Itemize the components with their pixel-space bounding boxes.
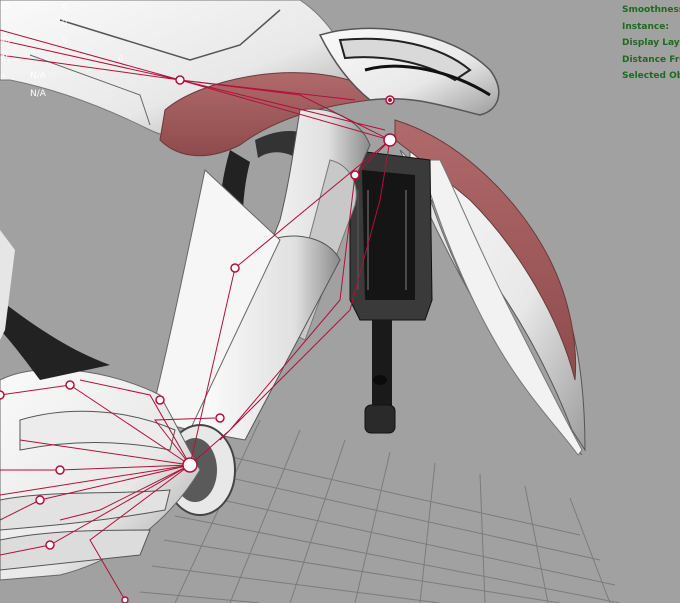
joint-shoulder (383, 133, 397, 147)
joint-finger-a (65, 380, 75, 390)
joint-thumb (155, 395, 165, 405)
pivot-point (388, 98, 392, 102)
hud-distance-from: Distance Fro (622, 54, 680, 65)
joint-finger-d (45, 540, 55, 550)
hud-smoothness: Smoothness (622, 5, 680, 15)
joint-chest (175, 75, 185, 85)
hud-na-1: N/A (30, 71, 46, 81)
maya-viewport[interactable]: Smoothness Instance: Display Laye Distan… (0, 0, 680, 603)
hud-cut-label: e (0, 72, 6, 82)
joint-finger-c (35, 495, 45, 505)
hud-selected-object: Selected Ob (622, 71, 680, 81)
joint-elbow (230, 263, 240, 273)
joint-upperarm (350, 170, 360, 180)
joint-finger-e (0, 390, 5, 400)
hud-instance: Instance: (622, 21, 669, 32)
joint-forearm (215, 413, 225, 423)
hud-na-2: N/A (30, 89, 46, 99)
scene-render[interactable] (0, 0, 680, 603)
joint-wrist (182, 457, 198, 473)
hud-info-panel: Smoothness Instance: Display Laye Distan… (622, 2, 680, 85)
joint-finger-f (121, 596, 129, 603)
joint-finger-b (55, 465, 65, 475)
hud-display-layer: Display Laye (622, 38, 680, 48)
